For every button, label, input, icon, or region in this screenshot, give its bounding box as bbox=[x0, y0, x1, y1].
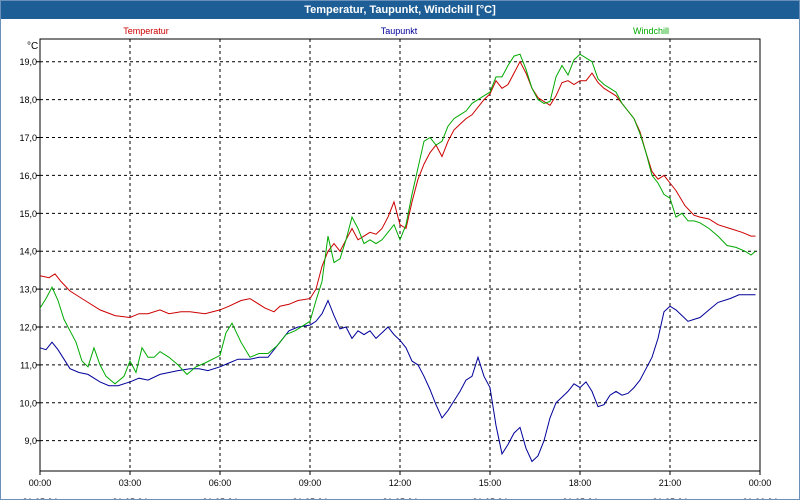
x-tick-date: 31.05.24 bbox=[472, 497, 507, 499]
x-tick-time: 00:00 bbox=[749, 478, 772, 488]
y-axis-label: °C bbox=[27, 41, 38, 52]
chart-window: Temperatur, Taupunkt, Windchill [°C] 9,0… bbox=[0, 0, 800, 500]
x-tick-time: 09:00 bbox=[299, 478, 322, 488]
x-tick-date: 31.05.24 bbox=[652, 497, 687, 499]
y-tick-label: 16,0 bbox=[19, 171, 37, 181]
window-title: Temperatur, Taupunkt, Windchill [°C] bbox=[1, 1, 799, 19]
y-axis-ticks: 9,0 10,0 11,0 12,0 13,0 14,0 15,0 16,0 17,0 18,0 1… bbox=[19, 57, 40, 446]
legend-item-taupunkt: Taupunkt bbox=[381, 26, 418, 36]
x-tick-date: 31.05.24 bbox=[382, 497, 417, 499]
x-tick-time: 00:00 bbox=[29, 478, 52, 488]
x-tick-date: 31.05.24 bbox=[202, 497, 237, 499]
x-tick-date: 01.06.24 bbox=[742, 497, 777, 499]
legend-item-windchill: Windchill bbox=[633, 26, 669, 36]
x-tick-time: 03:00 bbox=[119, 478, 142, 488]
x-tick-time: 21:00 bbox=[659, 478, 682, 488]
y-tick-label: 12,0 bbox=[19, 323, 37, 333]
y-tick-label: 11,0 bbox=[20, 360, 37, 370]
x-tick-date: 31.05.24 bbox=[292, 497, 327, 499]
y-tick-label: 10,0 bbox=[19, 398, 37, 408]
chart-canvas: 9,0 10,0 11,0 12,0 13,0 14,0 15,0 16,0 17,0 18,0 1… bbox=[19, 26, 778, 499]
legend-item-temperatur: Temperatur bbox=[123, 26, 169, 36]
y-tick-label: 17,0 bbox=[19, 133, 37, 143]
legend: Temperatur Taupunkt Windchill bbox=[123, 26, 669, 36]
x-axis-ticks: 00:00 31.05.24 03:00 31.05.24 06:00 31.05.24 0… bbox=[22, 471, 778, 499]
y-tick-label: 15,0 bbox=[19, 209, 37, 219]
x-tick-date: 31.05.24 bbox=[112, 497, 147, 499]
x-tick-time: 15:00 bbox=[479, 478, 502, 488]
x-tick-time: 12:00 bbox=[389, 478, 412, 488]
x-tick-time: 06:00 bbox=[209, 478, 232, 488]
x-tick-time: 18:00 bbox=[569, 478, 592, 488]
x-tick-date: 31.05.24 bbox=[22, 497, 57, 499]
y-tick-label: 9,0 bbox=[24, 436, 37, 446]
x-tick-date: 31.05.24 bbox=[562, 497, 597, 499]
y-tick-label: 14,0 bbox=[19, 247, 37, 257]
y-tick-label: 18,0 bbox=[19, 95, 37, 105]
y-tick-label: 19,0 bbox=[19, 57, 37, 67]
y-tick-label: 13,0 bbox=[19, 285, 37, 295]
